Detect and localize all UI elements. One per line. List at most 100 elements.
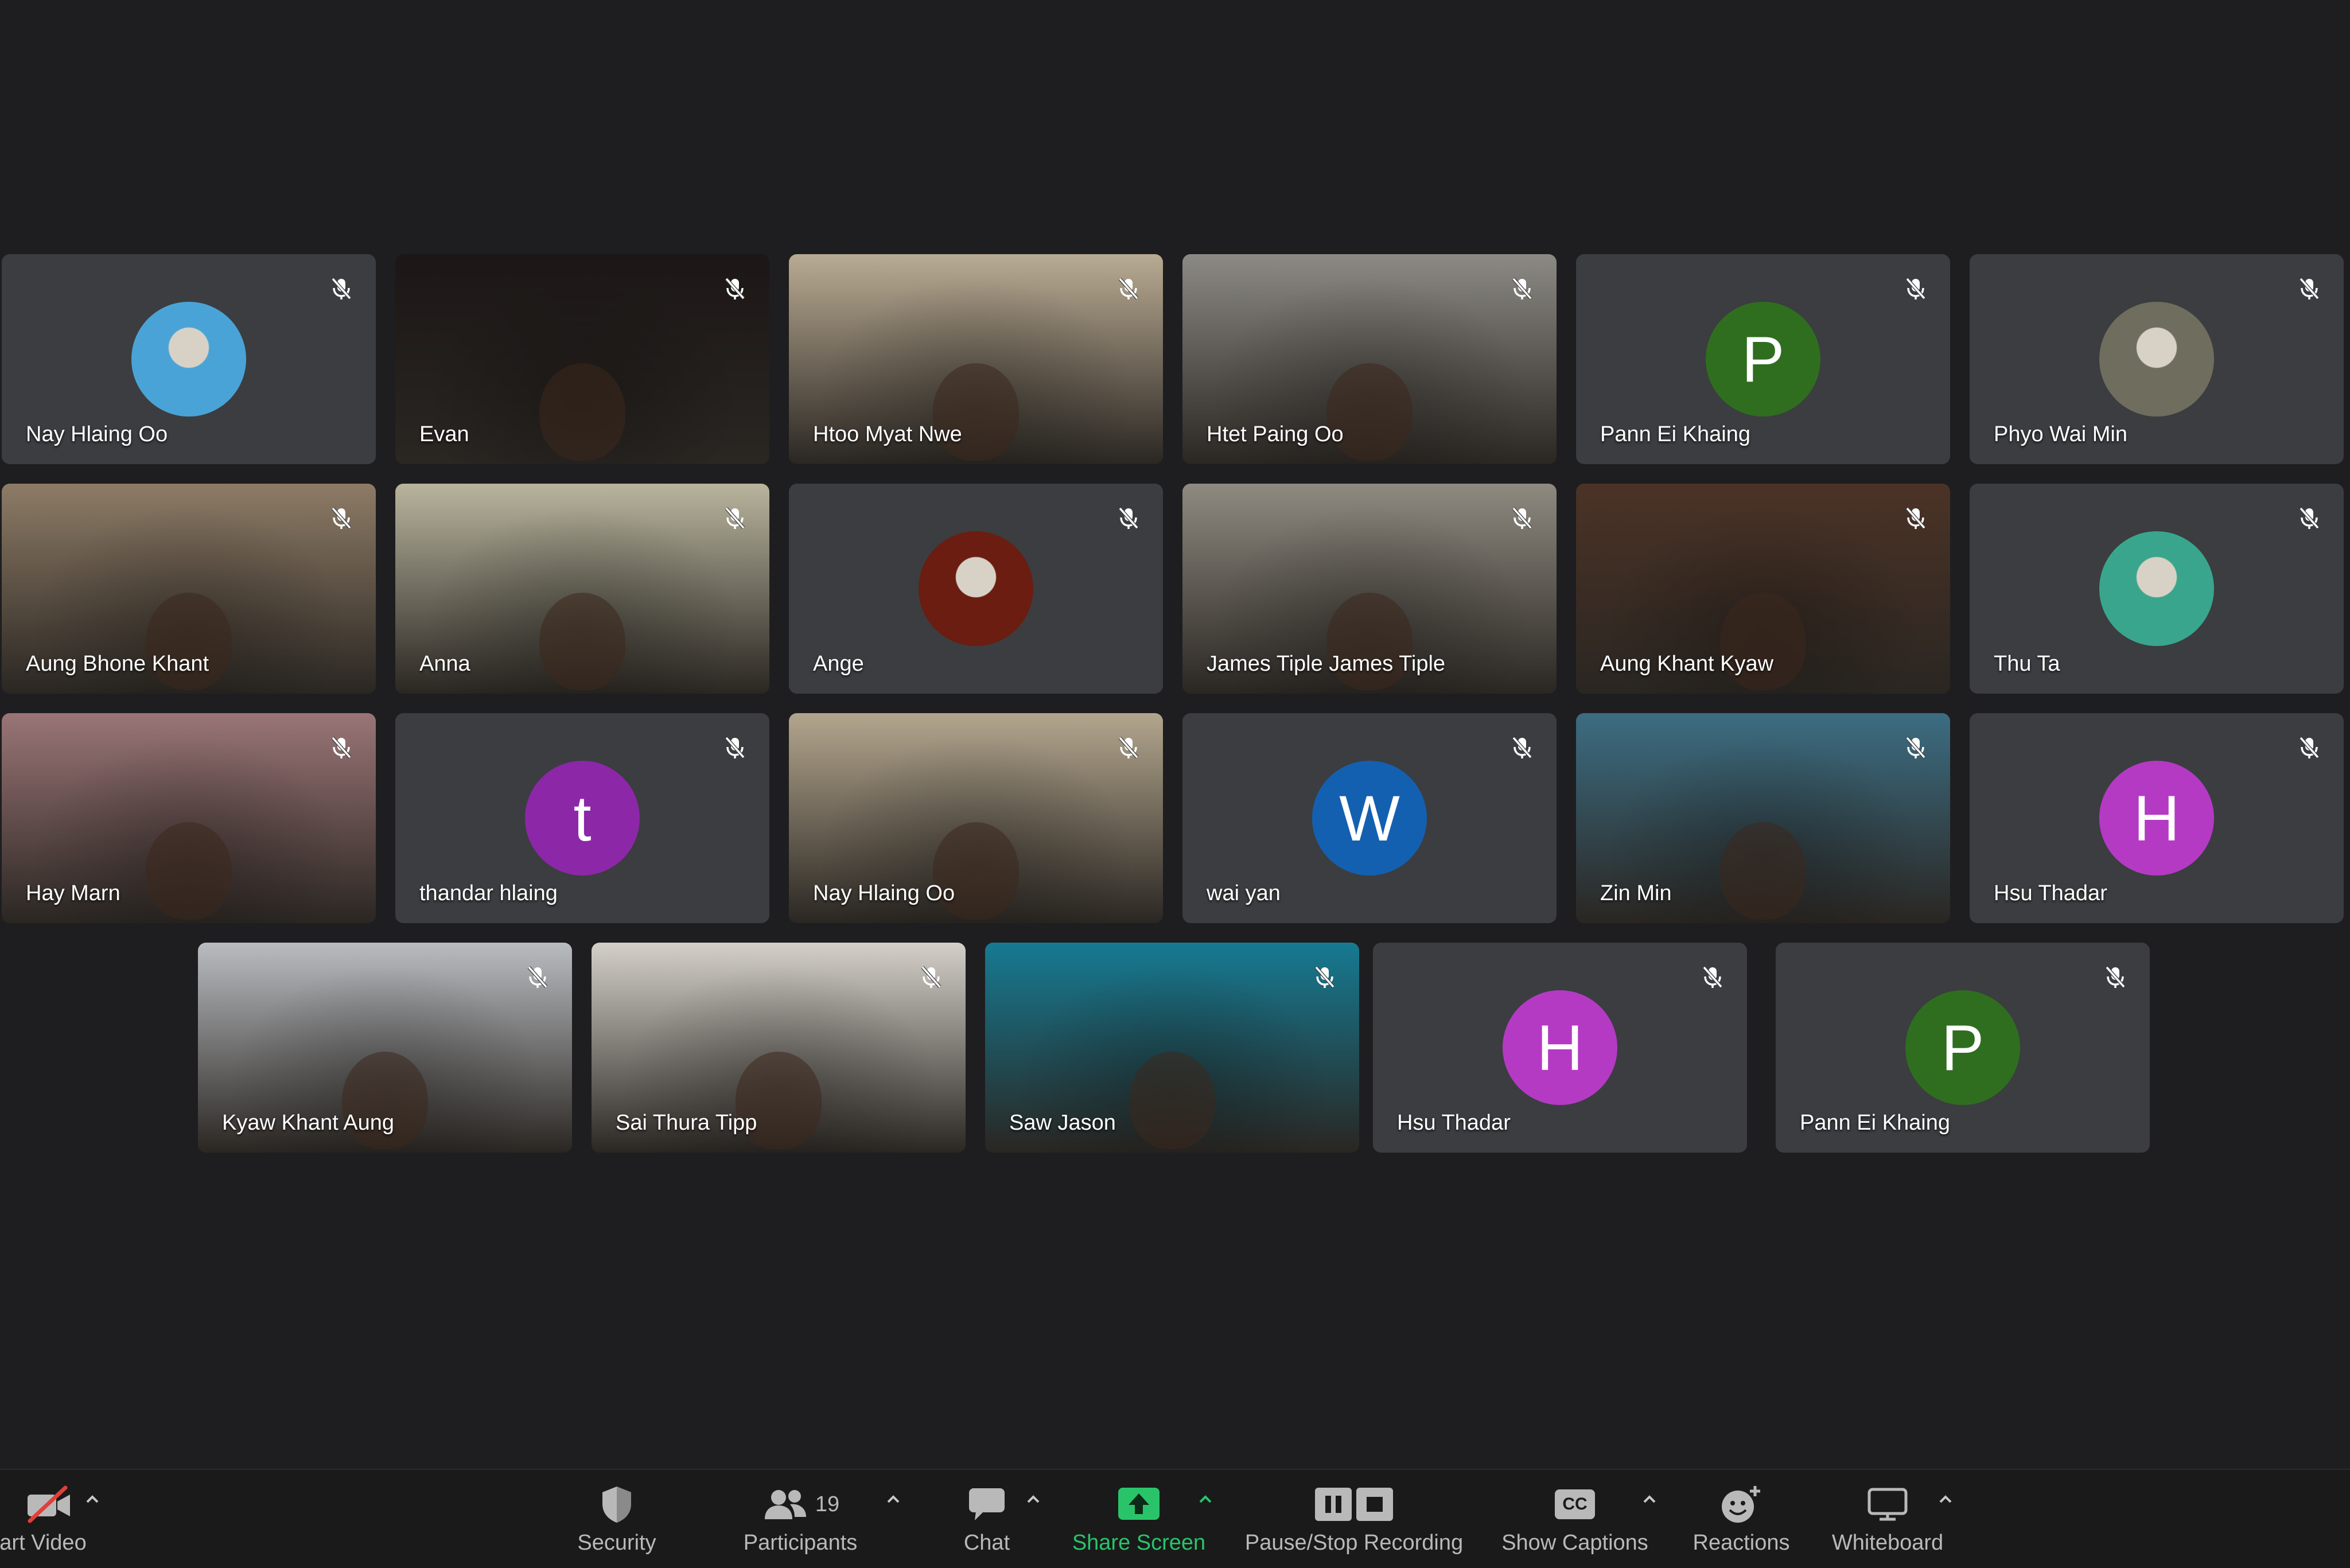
muted-mic-icon	[2297, 276, 2322, 301]
participant-name: Hsu Thadar	[1994, 881, 2107, 905]
avatar-initial: P	[1905, 990, 2020, 1105]
video-off-icon	[24, 1483, 73, 1526]
participant-tile[interactable]: P Pann Ei Khaing	[1776, 943, 2150, 1153]
participant-name: Sai Thura Tipp	[616, 1111, 757, 1135]
participant-tile[interactable]: Aung Bhone Khant	[2, 484, 376, 694]
captions-label: Show Captions	[1501, 1531, 1648, 1555]
avatar-initial: P	[1706, 302, 1820, 417]
reactions-button[interactable]: Reactions	[1681, 1470, 1802, 1568]
participant-name: Aung Bhone Khant	[26, 652, 209, 676]
video-gallery: Nay Hlaing Oo Evan Htoo Myat Nwe Htet Paing…	[0, 0, 2350, 1469]
muted-mic-icon	[1903, 276, 1928, 301]
participant-tile[interactable]: Anna	[395, 484, 769, 694]
muted-mic-icon	[1116, 735, 1141, 760]
muted-mic-icon	[919, 964, 944, 990]
captions-options-caret[interactable]	[1641, 1491, 1658, 1508]
participant-count: 19	[815, 1492, 840, 1516]
participant-tile[interactable]: Thu Ta	[1970, 484, 2344, 694]
avatar-photo	[2099, 302, 2214, 417]
recording-button[interactable]: Pause/Stop Recording	[1234, 1470, 1474, 1568]
participants-options-caret[interactable]	[885, 1491, 902, 1508]
muted-mic-icon	[1903, 735, 1928, 760]
captions-icon: CC	[1555, 1483, 1595, 1526]
security-label: Security	[577, 1531, 656, 1555]
pause-stop-icon	[1314, 1483, 1394, 1526]
participant-name: Zin Min	[1600, 881, 1672, 905]
avatar-initial: H	[2099, 761, 2214, 876]
participants-icon	[764, 1490, 806, 1519]
participant-tile[interactable]: Aung Khant Kyaw	[1576, 484, 1950, 694]
share-screen-icon	[1117, 1483, 1161, 1526]
shield-icon	[599, 1483, 635, 1526]
share-screen-button[interactable]: Share Screen	[1067, 1470, 1211, 1568]
show-captions-button[interactable]: CC Show Captions	[1492, 1470, 1658, 1568]
person-silhouette	[539, 593, 625, 691]
whiteboard-options-caret[interactable]	[1937, 1491, 1954, 1508]
video-options-caret[interactable]	[84, 1491, 101, 1508]
participant-tile[interactable]: Sai Thura Tipp	[592, 943, 966, 1153]
participant-name: Thu Ta	[1994, 652, 2060, 676]
participant-name: Pann Ei Khaing	[1600, 422, 1750, 446]
muted-mic-icon	[1903, 505, 1928, 531]
chat-button[interactable]: Chat	[929, 1470, 1044, 1568]
security-button[interactable]: Security	[551, 1470, 683, 1568]
participant-tile[interactable]: Zin Min	[1576, 713, 1950, 923]
participant-tile[interactable]: Wwai yan	[1182, 713, 1557, 923]
participant-name: Hay Marn	[26, 881, 120, 905]
participant-tile[interactable]: Evan	[395, 254, 769, 464]
share-screen-label: Share Screen	[1072, 1531, 1206, 1555]
avatar-initial: H	[1503, 990, 1617, 1105]
whiteboard-icon	[1867, 1483, 1908, 1526]
muted-mic-icon	[722, 505, 748, 531]
chat-options-caret[interactable]	[1025, 1491, 1042, 1508]
participant-tile[interactable]: t thandar hlaing	[395, 713, 769, 923]
participant-tile[interactable]: Phyo Wai Min	[1970, 254, 2344, 464]
participant-tile[interactable]: Saw Jason	[985, 943, 1359, 1153]
participant-tile[interactable]: Hay Marn	[2, 713, 376, 923]
muted-mic-icon	[2297, 505, 2322, 531]
participant-tile[interactable]: Htoo Myat Nwe	[789, 254, 1163, 464]
participants-icon-group: 19	[761, 1483, 839, 1526]
participant-tile[interactable]: Nay Hlaing Oo	[2, 254, 376, 464]
participant-name: Hsu Thadar	[1397, 1111, 1511, 1135]
chat-icon	[967, 1483, 1007, 1526]
muted-mic-icon	[1509, 505, 1535, 531]
avatar-initial: W	[1312, 761, 1427, 876]
participant-tile[interactable]: Kyaw Khant Aung	[198, 943, 572, 1153]
share-options-caret[interactable]	[1197, 1491, 1214, 1508]
muted-mic-icon	[1700, 964, 1725, 990]
participant-tile[interactable]: James Tiple James Tiple	[1182, 484, 1557, 694]
participant-tile[interactable]: Nay Hlaing Oo	[789, 713, 1163, 923]
participant-tile[interactable]: Htet Paing Oo	[1182, 254, 1557, 464]
muted-mic-icon	[329, 505, 354, 531]
reactions-label: Reactions	[1693, 1531, 1790, 1555]
muted-mic-icon	[1509, 276, 1535, 301]
participant-tile[interactable]: P Pann Ei Khaing	[1576, 254, 1950, 464]
start-video-label: art Video	[0, 1531, 87, 1555]
participant-name: Anna	[419, 652, 470, 676]
participant-name: wai yan	[1207, 881, 1281, 905]
start-video-button[interactable]: art Video	[0, 1470, 98, 1568]
chat-label: Chat	[963, 1531, 1010, 1555]
participant-tile[interactable]: H Hsu Thadar	[1970, 713, 2344, 923]
smiley-plus-icon	[1718, 1483, 1764, 1526]
muted-mic-icon	[722, 276, 748, 301]
participant-name: Evan	[419, 422, 469, 446]
participant-name: Saw Jason	[1009, 1111, 1116, 1135]
participant-name: thandar hlaing	[419, 881, 558, 905]
muted-mic-icon	[525, 964, 550, 990]
person-silhouette	[539, 363, 625, 461]
whiteboard-button[interactable]: Whiteboard	[1819, 1470, 1956, 1568]
participant-name: Htet Paing Oo	[1207, 422, 1344, 446]
avatar-initial: t	[525, 761, 640, 876]
participant-tile[interactable]: H Hsu Thadar	[1373, 943, 1747, 1153]
person-silhouette	[146, 822, 232, 920]
participant-name: Htoo Myat Nwe	[813, 422, 962, 446]
participant-tile[interactable]: Ange	[789, 484, 1163, 694]
muted-mic-icon	[329, 276, 354, 301]
captions-badge: CC	[1555, 1489, 1595, 1519]
participant-name: James Tiple James Tiple	[1207, 652, 1446, 676]
muted-mic-icon	[1116, 505, 1141, 531]
participant-name: Phyo Wai Min	[1994, 422, 2127, 446]
participants-button[interactable]: 19 Participants	[729, 1470, 872, 1568]
